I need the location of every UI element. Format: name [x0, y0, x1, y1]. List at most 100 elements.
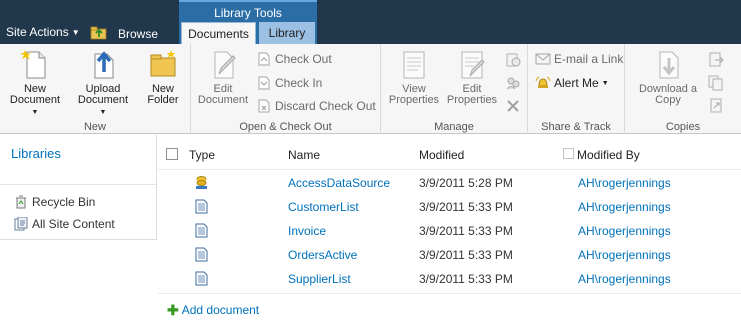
delete-icon[interactable] — [505, 98, 521, 114]
header-divider — [158, 169, 741, 170]
ribbon-group-new: New Document ▼ Upload Document ▼ New Fol… — [0, 44, 191, 134]
new-document-button[interactable]: New Document ▼ — [5, 48, 65, 118]
modified-date: 3/9/2011 5:33 PM — [419, 224, 513, 238]
edit-document-icon — [214, 51, 236, 79]
upload-document-label: Upload Document — [77, 83, 129, 106]
new-folder-icon — [150, 50, 176, 77]
nav-divider — [0, 184, 156, 185]
edit-properties-button[interactable]: Edit Properties — [444, 48, 500, 106]
view-properties-label: View Properties — [388, 83, 440, 106]
email-link-button[interactable]: E-mail a Link — [535, 51, 623, 67]
file-name-link[interactable]: CustomerList — [288, 200, 359, 214]
modified-by-link[interactable]: AH\rogerjennings — [578, 248, 671, 262]
edit-document-label: Edit Document — [197, 83, 249, 106]
new-document-label: New Document — [9, 83, 61, 106]
recycle-bin-label: Recycle Bin — [32, 195, 96, 209]
download-copy-button[interactable]: Download a Copy — [633, 48, 703, 106]
site-actions-label: Site Actions — [6, 25, 69, 39]
column-header-name[interactable]: Name — [288, 148, 320, 162]
plus-icon: ✚ — [167, 302, 179, 318]
table-row[interactable]: CustomerList 3/9/2011 5:33 PM AH\rogerje… — [158, 195, 741, 219]
upload-document-button[interactable]: Upload Document ▼ — [74, 48, 132, 118]
alert-bell-icon — [535, 76, 551, 88]
file-name-link[interactable]: OrdersActive — [288, 248, 357, 262]
column-header-modified-by[interactable]: Modified By — [577, 148, 640, 162]
new-folder-label: New Folder — [147, 83, 179, 106]
discard-check-out-button[interactable]: Discard Check Out — [256, 98, 376, 114]
table-row[interactable]: AccessDataSource 3/9/2011 5:28 PM AH\rog… — [158, 171, 741, 195]
select-all-checkbox[interactable] — [166, 148, 178, 160]
new-document-icon — [20, 50, 46, 79]
top-bar: Site Actions ▼ Browse Library Tools Docum… — [0, 0, 741, 44]
ribbon-group-open-check-out: Edit Document Check Out Check In Discard… — [191, 44, 381, 134]
modified-by-link[interactable]: AH\rogerjennings — [578, 272, 671, 286]
check-in-button[interactable]: Check In — [256, 75, 322, 91]
document-icon — [195, 271, 208, 286]
download-copy-icon — [659, 51, 679, 79]
column-header-modified[interactable]: Modified — [419, 148, 464, 162]
left-navigation: Libraries Recycle Bin All Site Content — [0, 135, 157, 240]
file-name-link[interactable]: Invoice — [288, 224, 326, 238]
recycle-bin-link[interactable]: Recycle Bin — [14, 195, 95, 209]
site-content-icon — [14, 217, 28, 231]
document-icon — [195, 223, 208, 238]
recycle-bin-icon — [16, 195, 26, 209]
edit-document-button[interactable]: Edit Document — [195, 48, 251, 106]
alert-me-button[interactable]: Alert Me ▼ — [535, 75, 609, 91]
alert-me-label: Alert Me — [554, 76, 599, 90]
check-out-button[interactable]: Check Out — [256, 51, 332, 67]
modified-by-link[interactable]: AH\rogerjennings — [578, 200, 671, 214]
check-out-label: Check Out — [275, 52, 332, 66]
table-row[interactable]: Invoice 3/9/2011 5:33 PM AH\rogerjenning… — [158, 219, 741, 243]
discard-check-out-label: Discard Check Out — [275, 99, 376, 113]
group-label-share-track: Share & Track — [541, 121, 611, 133]
tab-browse[interactable]: Browse — [118, 27, 158, 41]
document-list: Type Name Modified Modified By AccessDat… — [158, 135, 741, 330]
edit-properties-icon — [461, 51, 485, 79]
modified-by-link[interactable]: AH\rogerjennings — [578, 224, 671, 238]
column-header-type[interactable]: Type — [189, 148, 215, 162]
table-row[interactable]: SupplierList 3/9/2011 5:33 PM AH\rogerje… — [158, 267, 741, 291]
table-row[interactable]: OrdersActive 3/9/2011 5:33 PM AH\rogerje… — [158, 243, 741, 267]
modified-date: 3/9/2011 5:33 PM — [419, 272, 513, 286]
view-properties-button[interactable]: View Properties — [386, 48, 442, 106]
upload-document-icon — [94, 51, 114, 79]
tab-library[interactable]: Library — [259, 22, 315, 44]
chevron-down-icon: ▼ — [71, 28, 80, 37]
check-in-label: Check In — [275, 76, 323, 90]
check-out-icon — [258, 52, 270, 66]
manage-copies-icon[interactable] — [707, 75, 727, 91]
file-name-link[interactable]: SupplierList — [288, 272, 351, 286]
new-folder-button[interactable]: New Folder — [140, 48, 186, 106]
permissions-icon[interactable] — [505, 75, 521, 91]
document-icon — [195, 199, 208, 214]
libraries-heading[interactable]: Libraries — [11, 146, 61, 161]
email-icon — [535, 53, 551, 65]
email-link-label: E-mail a Link — [554, 52, 624, 66]
group-label-manage: Manage — [434, 121, 474, 133]
group-label-new: New — [83, 121, 106, 133]
group-label-copies: Copies — [665, 121, 701, 133]
download-copy-label: Download a Copy — [638, 83, 698, 106]
navigate-up-icon[interactable] — [90, 25, 108, 40]
file-name-link[interactable]: AccessDataSource — [288, 176, 390, 190]
go-to-source-icon[interactable] — [707, 98, 727, 114]
all-site-content-link[interactable]: All Site Content — [14, 217, 115, 231]
site-actions-menu[interactable]: Site Actions ▼ — [6, 25, 80, 39]
document-icon — [195, 247, 208, 262]
check-in-icon — [258, 76, 270, 90]
tab-documents[interactable]: Documents — [181, 22, 256, 44]
send-to-icon[interactable] — [707, 52, 727, 68]
add-document-label: Add document — [181, 303, 260, 317]
edit-properties-label: Edit Properties — [446, 83, 498, 106]
add-document-link[interactable]: ✚ Add document — [167, 303, 259, 317]
ribbon-group-manage: View Properties Edit Properties Manage — [381, 44, 528, 134]
ribbon: New Document ▼ Upload Document ▼ New Fol… — [0, 44, 741, 134]
modified-by-link[interactable]: AH\rogerjennings — [578, 176, 671, 190]
ribbon-group-share-track: E-mail a Link Alert Me ▼ Share & Track — [528, 44, 625, 134]
modified-date: 3/9/2011 5:28 PM — [419, 176, 513, 190]
list-divider — [158, 293, 741, 294]
modified-by-checkbox[interactable] — [563, 148, 574, 159]
context-group-title: Library Tools — [214, 6, 282, 20]
version-history-icon[interactable] — [505, 52, 521, 68]
